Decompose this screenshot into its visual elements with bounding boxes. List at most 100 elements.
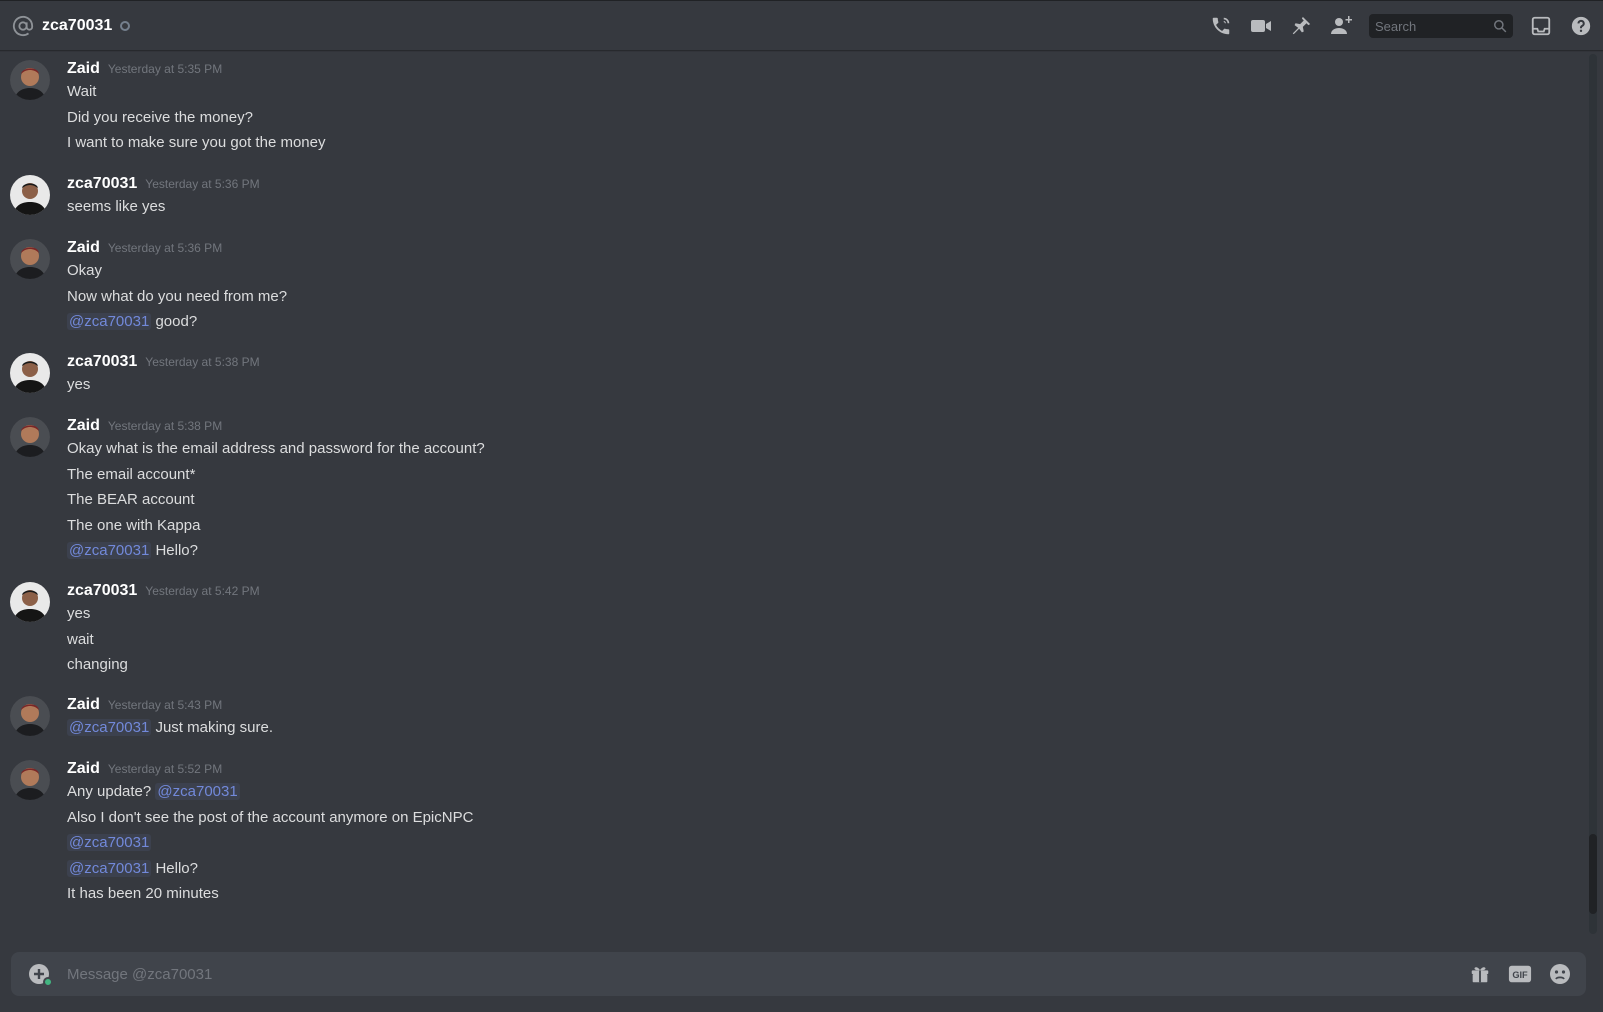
- author-name[interactable]: zca70031: [67, 175, 137, 193]
- message-text-span: changing: [67, 656, 128, 673]
- message-group: Zaid Yesterday at 5:35 PM Wait Did you rece…: [0, 60, 1560, 165]
- message-text-span: seems like yes: [67, 198, 166, 215]
- help-icon[interactable]: [1569, 14, 1593, 38]
- message-timestamp: Yesterday at 5:42 PM: [145, 584, 260, 598]
- author-name[interactable]: Zaid: [67, 696, 100, 714]
- message-header: zca70031 Yesterday at 5:38 PM: [67, 353, 260, 375]
- message-text: Also I don't see the post of the account…: [67, 808, 473, 828]
- message-text: The one with Kappa: [67, 516, 200, 536]
- message-text: yes: [67, 604, 90, 624]
- avatar[interactable]: [10, 353, 50, 393]
- message-text: @zca70031 Hello?: [67, 541, 198, 561]
- message-group: Zaid Yesterday at 5:38 PM Okay what is the…: [0, 417, 1560, 573]
- scrollbar-thumb[interactable]: [1589, 834, 1597, 914]
- message-text: The email account*: [67, 465, 195, 485]
- search-icon: [1493, 19, 1507, 33]
- attach-plus-icon[interactable]: [27, 962, 53, 987]
- message-text: Wait: [67, 82, 96, 102]
- message-group: Zaid Yesterday at 5:52 PM Any update? @zca…: [0, 760, 1560, 916]
- message-text-span: The BEAR account: [67, 491, 195, 508]
- message-group: zca70031 Yesterday at 5:38 PM yes: [0, 353, 1560, 407]
- author-name[interactable]: Zaid: [67, 60, 100, 78]
- search-input[interactable]: Search: [1369, 14, 1513, 38]
- message-header: Zaid Yesterday at 5:52 PM: [67, 760, 222, 782]
- gift-icon[interactable]: [1468, 962, 1492, 986]
- emoji-icon[interactable]: [1548, 962, 1572, 986]
- message-input[interactable]: [67, 952, 1452, 996]
- author-name[interactable]: Zaid: [67, 760, 100, 778]
- message-timestamp: Yesterday at 5:35 PM: [107, 62, 223, 76]
- avatar[interactable]: [10, 60, 50, 100]
- user-mention[interactable]: @zca70031: [155, 783, 240, 800]
- inbox-icon[interactable]: [1529, 14, 1553, 38]
- message-text: Now what do you need from me?: [67, 287, 287, 307]
- avatar[interactable]: [10, 417, 50, 457]
- message-text: The BEAR account: [67, 490, 195, 510]
- offline-status-icon: [120, 20, 131, 31]
- at-icon: [12, 15, 34, 37]
- avatar[interactable]: [10, 696, 50, 736]
- message-text-span: The one with Kappa: [67, 516, 201, 534]
- user-mention[interactable]: @zca70031: [67, 542, 152, 559]
- phone-icon[interactable]: [1209, 14, 1233, 38]
- message-text-span: Okay what is the email address and passw…: [67, 440, 485, 457]
- message-group: zca70031 Yesterday at 5:36 PM seems like y…: [0, 175, 1560, 229]
- svg-text:GIF: GIF: [1512, 970, 1528, 980]
- user-mention[interactable]: @zca70031: [67, 834, 152, 851]
- channel-header: zca70031 Search: [0, 0, 1603, 50]
- composer-toolbar: GIF: [1452, 962, 1572, 986]
- message-list: Zaid Yesterday at 5:35 PM Wait Did you rece…: [0, 50, 1588, 940]
- message-timestamp: Yesterday at 5:43 PM: [107, 698, 223, 712]
- message-text-span: Any update?: [67, 783, 156, 800]
- message-header: Zaid Yesterday at 5:43 PM: [67, 696, 222, 718]
- message-text-span: Wait: [67, 83, 97, 100]
- author-name[interactable]: Zaid: [67, 417, 100, 435]
- user-mention[interactable]: @zca70031: [67, 313, 152, 330]
- message-text-span: Okay: [67, 262, 103, 279]
- video-icon[interactable]: [1249, 14, 1273, 38]
- message-timestamp: Yesterday at 5:38 PM: [107, 419, 223, 433]
- gif-icon[interactable]: GIF: [1508, 962, 1532, 986]
- pin-icon[interactable]: [1289, 14, 1313, 38]
- message-timestamp: Yesterday at 5:36 PM: [107, 241, 223, 255]
- message-group: zca70031 Yesterday at 5:42 PM yes wait chang…: [0, 582, 1560, 687]
- message-text-span: yes: [67, 376, 91, 393]
- avatar[interactable]: [10, 239, 50, 279]
- message-group: Zaid Yesterday at 5:43 PM @zca70031 Just m…: [0, 696, 1560, 750]
- author-name[interactable]: zca70031: [67, 353, 137, 371]
- message-text-span: Hello?: [151, 859, 198, 877]
- channel-title: zca70031: [42, 16, 113, 34]
- message-text-span: wait: [67, 630, 94, 648]
- message-text-span: good?: [151, 313, 198, 330]
- author-name[interactable]: zca70031: [67, 582, 137, 600]
- avatar[interactable]: [10, 760, 50, 800]
- avatar[interactable]: [10, 582, 50, 622]
- message-text-span: I want to make sure you got the money: [67, 134, 326, 151]
- message-timestamp: Yesterday at 5:52 PM: [107, 762, 223, 776]
- search-placeholder: Search: [1375, 18, 1417, 34]
- user-mention[interactable]: @zca70031: [67, 719, 152, 736]
- message-text: seems like yes: [67, 197, 165, 217]
- message-header: zca70031 Yesterday at 5:42 PM: [67, 582, 260, 604]
- message-text-span: Hello?: [151, 542, 198, 559]
- message-text: yes: [67, 375, 90, 395]
- message-text: Any update? @zca70031: [67, 782, 240, 802]
- notification-dot: [43, 977, 53, 987]
- message-text: I want to make sure you got the money: [67, 133, 325, 153]
- avatar[interactable]: [10, 175, 50, 215]
- header-toolbar: Search: [1193, 1, 1593, 51]
- message-text: wait: [67, 630, 94, 650]
- author-name[interactable]: Zaid: [67, 239, 100, 257]
- message-text-span: yes: [67, 605, 91, 622]
- message-text: @zca70031 Just making sure.: [67, 718, 273, 738]
- message-composer: GIF: [11, 952, 1586, 996]
- message-text: It has been 20 minutes: [67, 884, 219, 904]
- message-header: Zaid Yesterday at 5:35 PM: [67, 60, 222, 82]
- message-header: zca70031 Yesterday at 5:36 PM: [67, 175, 260, 197]
- scrollbar[interactable]: [1589, 54, 1597, 934]
- add-friend-icon[interactable]: [1329, 14, 1353, 38]
- message-timestamp: Yesterday at 5:38 PM: [145, 355, 260, 369]
- message-header: Zaid Yesterday at 5:36 PM: [67, 239, 222, 261]
- user-mention[interactable]: @zca70031: [67, 859, 152, 877]
- message-text: Okay: [67, 261, 102, 281]
